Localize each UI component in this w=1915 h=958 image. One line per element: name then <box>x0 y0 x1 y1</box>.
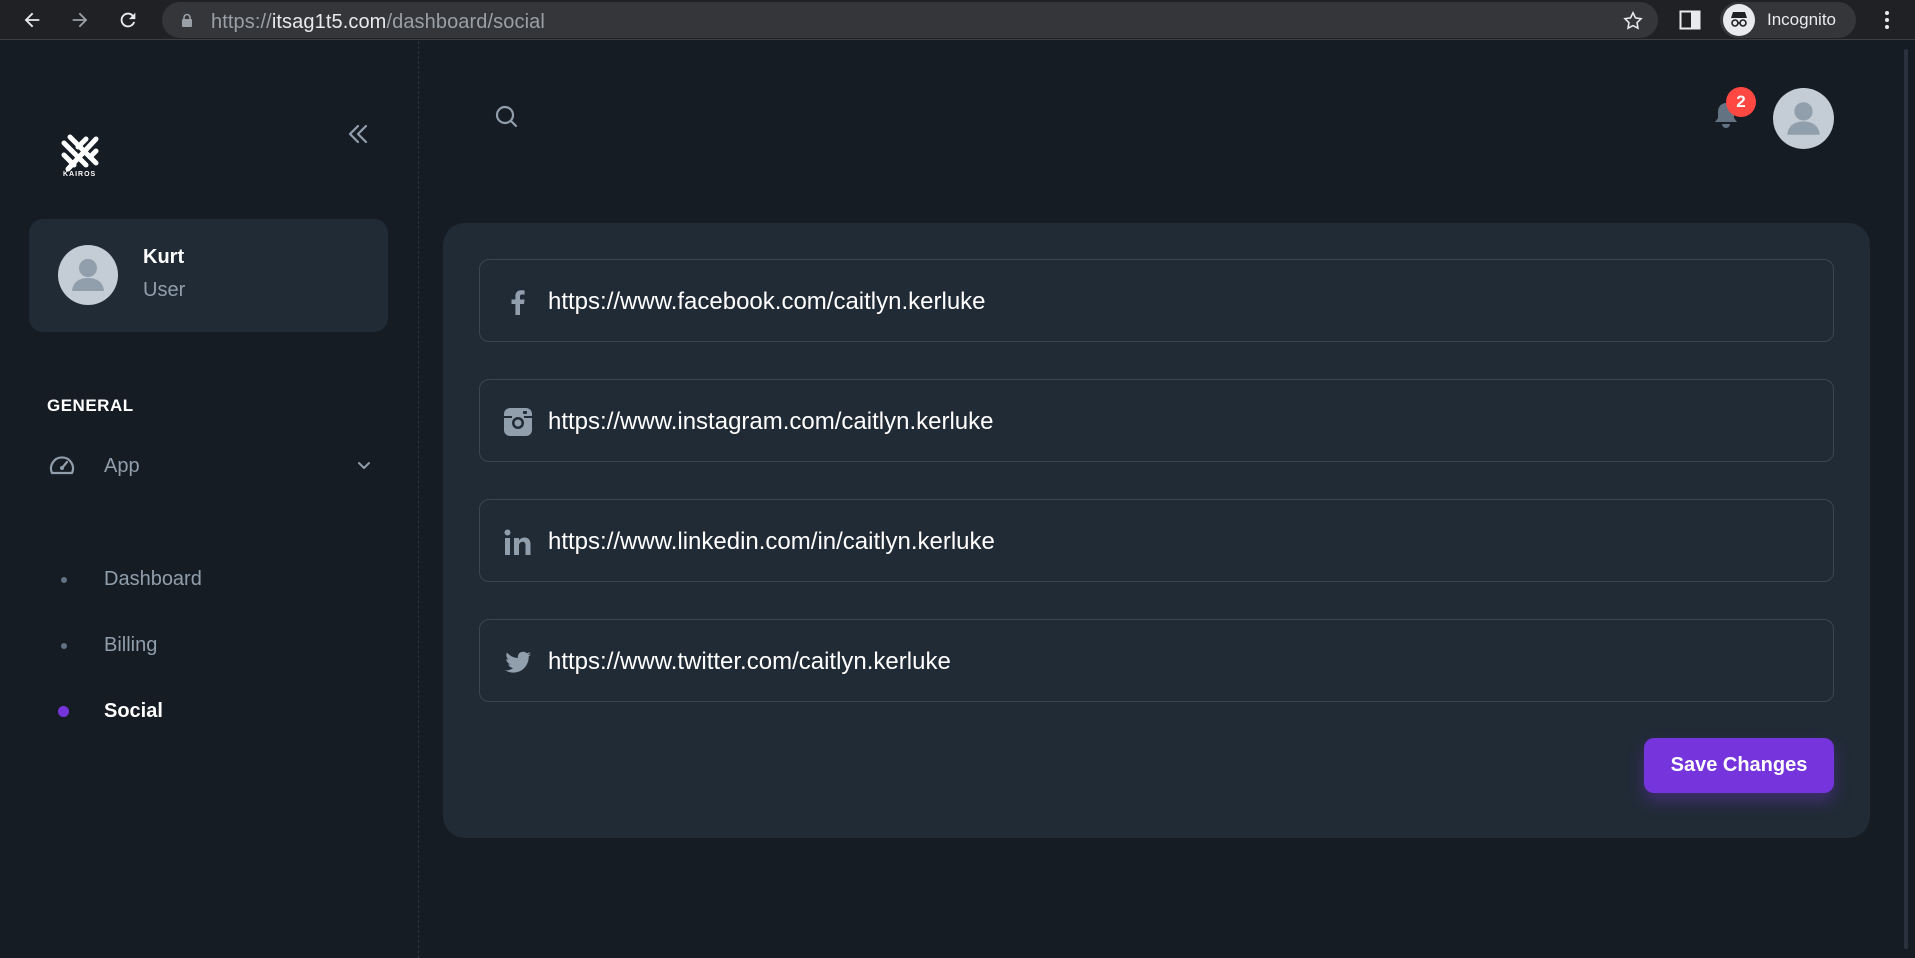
reload-icon[interactable] <box>116 8 140 32</box>
side-panel-icon[interactable] <box>1679 10 1701 30</box>
bullet-dot <box>61 577 67 583</box>
collapse-sidebar-icon[interactable] <box>345 121 371 147</box>
sidebar-item-social[interactable]: Social <box>38 688 383 734</box>
url-text: https://itsag1t5.com/dashboard/social <box>211 11 545 33</box>
sidebar-item-label: Dashboard <box>104 568 202 590</box>
active-dot <box>58 706 69 717</box>
scrollbar-thumb[interactable] <box>1904 49 1908 949</box>
incognito-badge[interactable]: Incognito <box>1720 2 1856 38</box>
forward-icon[interactable] <box>68 8 92 32</box>
section-title-general: GENERAL <box>47 396 134 415</box>
page: KAIROS Kurt User GENERAL App Dashboard B… <box>0 41 1915 958</box>
notification-badge: 2 <box>1726 87 1756 117</box>
facebook-field[interactable]: https://www.facebook.com/caitlyn.kerluke <box>479 259 1834 342</box>
bullet-dot <box>61 643 67 649</box>
scrollbar[interactable] <box>1898 41 1915 958</box>
instagram-icon <box>504 408 532 436</box>
twitter-url-value: https://www.twitter.com/caitlyn.kerluke <box>548 648 951 675</box>
back-icon[interactable] <box>20 8 44 32</box>
browser-toolbar: https://itsag1t5.com/dashboard/social In… <box>0 0 1915 40</box>
incognito-label: Incognito <box>1767 10 1836 29</box>
sidebar-item-app[interactable]: App <box>38 443 383 489</box>
linkedin-icon <box>504 529 531 555</box>
sidebar-item-dashboard[interactable]: Dashboard <box>38 556 383 602</box>
social-links-card: https://www.facebook.com/caitlyn.kerluke… <box>443 223 1870 838</box>
facebook-icon <box>511 290 525 315</box>
twitter-icon <box>505 651 531 673</box>
search-icon[interactable] <box>494 104 520 130</box>
user-card[interactable]: Kurt User <box>29 219 388 332</box>
logo-text: KAIROS <box>63 171 97 178</box>
save-changes-button[interactable]: Save Changes <box>1644 738 1834 793</box>
linkedin-url-value: https://www.linkedin.com/in/caitlyn.kerl… <box>548 528 995 555</box>
instagram-url-value: https://www.instagram.com/caitlyn.kerluk… <box>548 408 994 435</box>
instagram-field[interactable]: https://www.instagram.com/caitlyn.kerluk… <box>479 379 1834 462</box>
sidebar-item-billing[interactable]: Billing <box>38 622 383 668</box>
browser-menu-icon[interactable] <box>1880 9 1894 31</box>
sidebar: KAIROS Kurt User GENERAL App Dashboard B… <box>0 41 419 958</box>
header-avatar[interactable] <box>1773 88 1834 149</box>
sidebar-item-label: Social <box>104 700 163 722</box>
facebook-url-value: https://www.facebook.com/caitlyn.kerluke <box>548 288 986 315</box>
linkedin-field[interactable]: https://www.linkedin.com/in/caitlyn.kerl… <box>479 499 1834 582</box>
avatar <box>58 245 118 305</box>
chevron-down-icon <box>358 462 370 469</box>
incognito-icon <box>1723 4 1755 36</box>
user-name: Kurt <box>143 246 185 268</box>
address-bar[interactable]: https://itsag1t5.com/dashboard/social <box>162 2 1658 38</box>
twitter-field[interactable]: https://www.twitter.com/caitlyn.kerluke <box>479 619 1834 702</box>
bookmark-star-icon[interactable] <box>1622 10 1644 32</box>
lock-icon <box>182 13 192 27</box>
sidebar-item-label: App <box>104 455 140 477</box>
gauge-icon <box>49 456 75 475</box>
user-role: User <box>143 279 186 301</box>
sidebar-item-label: Billing <box>104 634 158 656</box>
